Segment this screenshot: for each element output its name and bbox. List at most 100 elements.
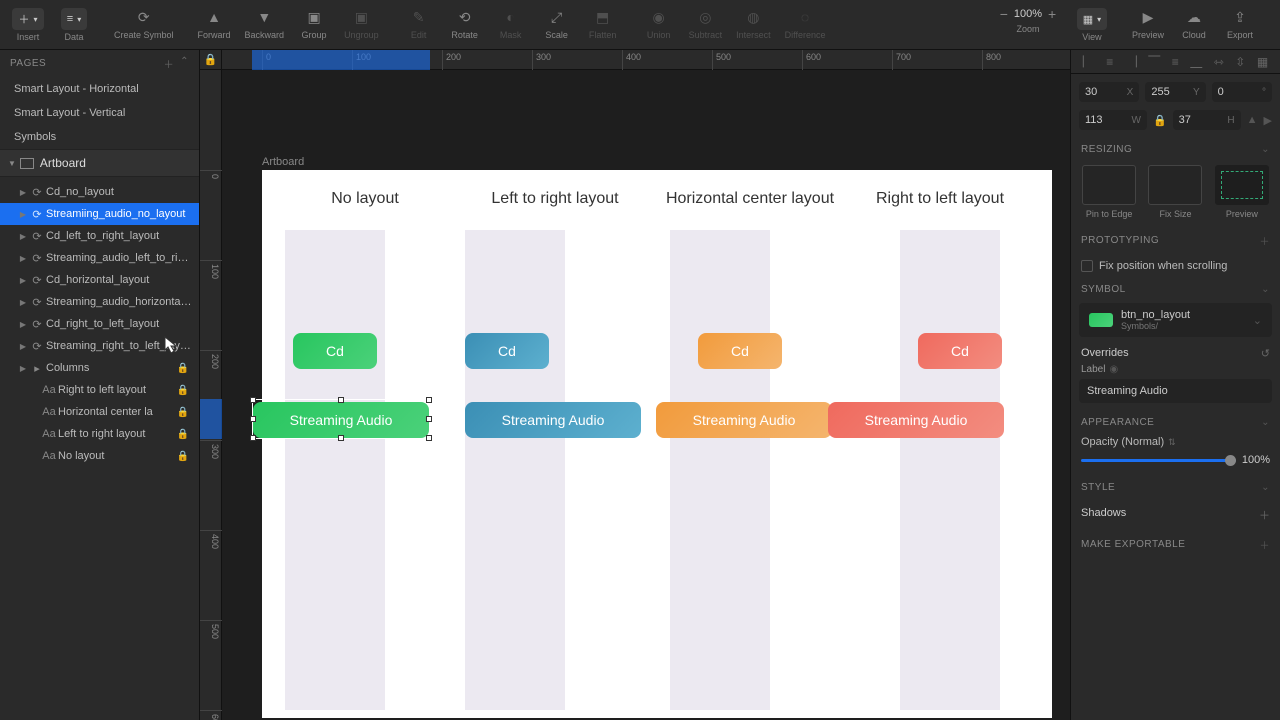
layer-row[interactable]: ▶⟳Streamiing_audio_no_layout — [0, 203, 199, 225]
page-item[interactable]: Smart Layout - Vertical — [0, 101, 199, 125]
preview-button[interactable]: ▶Preview — [1126, 4, 1170, 46]
disclosure-icon[interactable]: ▶ — [18, 320, 28, 329]
cloud-button[interactable]: ☁Cloud — [1172, 4, 1216, 46]
plus-icon[interactable]: ＋ — [1259, 507, 1270, 523]
ruler-origin[interactable]: 🔒 — [200, 50, 222, 70]
reset-overrides-icon[interactable]: ↺ — [1261, 347, 1270, 360]
pin-to-edge[interactable]: Pin to Edge — [1081, 165, 1137, 219]
layer-row[interactable]: AaNo layout🔒 — [0, 445, 199, 467]
create-symbol-button[interactable]: ⟳ Create Symbol — [108, 4, 180, 46]
disclosure-icon[interactable]: ▶ — [18, 298, 28, 307]
lock-aspect-icon[interactable]: 🔒 — [1153, 110, 1167, 130]
view-button[interactable]: ▦▾ View — [1070, 4, 1114, 46]
disclosure-icon[interactable]: ▼ — [8, 159, 16, 168]
lock-icon[interactable]: 🔒 — [177, 451, 189, 462]
fix-size[interactable]: Fix Size — [1147, 165, 1203, 219]
layer-row[interactable]: ▶⟳Streaming_audio_left_to_righ... — [0, 247, 199, 269]
flatten-button[interactable]: ⬒Flatten — [581, 4, 625, 46]
layer-row[interactable]: AaLeft to right layout🔒 — [0, 423, 199, 445]
flip-v-icon[interactable]: ▶ — [1264, 114, 1272, 127]
override-value-input[interactable]: Streaming Audio — [1079, 379, 1272, 403]
x-field[interactable]: 30X — [1079, 82, 1139, 102]
opacity-slider[interactable] — [1081, 459, 1236, 462]
data-button[interactable]: ≡▾ Data — [52, 4, 96, 46]
layer-row[interactable]: ▶▸Columns🔒 — [0, 357, 199, 379]
align-vcenter-icon[interactable]: ≡ — [1172, 55, 1179, 69]
appearance-section[interactable]: APPEARANCE⌄ — [1071, 411, 1280, 434]
forward-button[interactable]: ▲Forward — [192, 4, 237, 46]
shadows-row[interactable]: Shadows＋ — [1071, 499, 1280, 531]
artboard-row[interactable]: ▼ Artboard — [0, 149, 199, 177]
layer-row[interactable]: ▶⟳Cd_left_to_right_layout — [0, 225, 199, 247]
angle-field[interactable]: 0° — [1212, 82, 1272, 102]
difference-button[interactable]: ◌Difference — [779, 4, 832, 46]
subtract-button[interactable]: ◎Subtract — [683, 4, 729, 46]
layer-row[interactable]: ▶⟳Cd_no_layout — [0, 181, 199, 203]
zoom-in-icon[interactable]: + — [1048, 6, 1056, 22]
page-item[interactable]: Symbols — [0, 125, 199, 149]
resize-preview[interactable]: Preview — [1214, 165, 1270, 219]
scale-button[interactable]: ⤢Scale — [535, 4, 579, 46]
zoom-out-icon[interactable]: − — [1000, 6, 1008, 22]
slider-thumb[interactable] — [1225, 455, 1236, 466]
ungroup-button[interactable]: ▣Ungroup — [338, 4, 385, 46]
streaming-audio-button[interactable]: Streaming Audio — [656, 402, 832, 438]
resizing-section[interactable]: RESIZING⌄ — [1071, 138, 1280, 161]
lock-icon[interactable]: 🔒 — [177, 385, 189, 396]
disclosure-icon[interactable]: ▶ — [18, 254, 28, 263]
cd-button[interactable]: Cd — [293, 333, 377, 369]
align-hcenter-icon[interactable]: ≡ — [1106, 55, 1113, 69]
y-field[interactable]: 255Y — [1145, 82, 1205, 102]
cd-button[interactable]: Cd — [918, 333, 1002, 369]
rotate-button[interactable]: ⟲Rotate — [443, 4, 487, 46]
disclosure-icon[interactable]: ▶ — [18, 364, 28, 373]
layer-row[interactable]: ▶⟳Cd_right_to_left_layout — [0, 313, 199, 335]
zoom-control[interactable]: − 100% + Zoom — [988, 4, 1068, 46]
exportable-section[interactable]: MAKE EXPORTABLE＋ — [1071, 531, 1280, 558]
layer-row[interactable]: ▶⟳Cd_horizontal_layout — [0, 269, 199, 291]
tidy-icon[interactable]: ▦ — [1257, 55, 1268, 69]
disclosure-icon[interactable]: ▶ — [18, 276, 28, 285]
add-page-icon[interactable]: ＋ — [164, 56, 175, 71]
flip-h-icon[interactable]: ▲ — [1247, 114, 1258, 126]
align-right-icon[interactable]: ⎹ — [1125, 54, 1137, 69]
edit-button[interactable]: ✎Edit — [397, 4, 441, 46]
disclosure-icon[interactable]: ▶ — [18, 232, 28, 241]
layer-row[interactable]: AaHorizontal center la🔒 — [0, 401, 199, 423]
streaming-audio-button[interactable]: Streaming Audio — [828, 402, 1004, 438]
symbol-section[interactable]: SYMBOL⌄ — [1071, 278, 1280, 301]
lock-icon[interactable]: 🔒 — [177, 363, 189, 374]
plus-icon[interactable]: ＋ — [1260, 537, 1271, 552]
fix-scroll-checkbox[interactable]: Fix position when scrolling — [1071, 254, 1280, 278]
layer-row[interactable]: ▶⟳Streaming_audio_horizontal_l... — [0, 291, 199, 313]
align-bottom-icon[interactable]: ⎽ — [1190, 54, 1202, 69]
distribute-h-icon[interactable]: ⇿ — [1214, 55, 1224, 69]
cd-button[interactable]: Cd — [465, 333, 549, 369]
distribute-v-icon[interactable]: ⇳ — [1235, 55, 1245, 69]
disclosure-icon[interactable]: ▶ — [18, 210, 28, 219]
mask-button[interactable]: ◐Mask — [489, 4, 533, 46]
layer-row[interactable]: ▶⟳Streaming_right_to_left_layou... — [0, 335, 199, 357]
layer-row[interactable]: AaRight to left layout🔒 — [0, 379, 199, 401]
h-field[interactable]: 37H — [1173, 110, 1241, 130]
disclosure-icon[interactable]: ▶ — [18, 188, 28, 197]
lock-icon[interactable]: 🔒 — [177, 429, 189, 440]
opacity-blend-select[interactable]: Opacity (Normal)⇅ — [1071, 434, 1280, 454]
union-button[interactable]: ◉Union — [637, 4, 681, 46]
disclosure-icon[interactable]: ▶ — [18, 342, 28, 351]
align-left-icon[interactable]: ⎸ — [1083, 54, 1095, 69]
cd-button[interactable]: Cd — [698, 333, 782, 369]
symbol-source[interactable]: btn_no_layout Symbols/ ⌄ — [1079, 303, 1272, 337]
collapse-pages-icon[interactable]: ⌃ — [180, 56, 189, 71]
page-item[interactable]: Smart Layout - Horizontal — [0, 77, 199, 101]
backward-button[interactable]: ▼Backward — [239, 4, 291, 46]
style-section[interactable]: STYLE⌄ — [1071, 476, 1280, 499]
artboard-canvas-label[interactable]: Artboard — [262, 156, 304, 168]
align-top-icon[interactable]: ⎺ — [1148, 54, 1160, 69]
insert-button[interactable]: ＋▾ Insert — [6, 4, 50, 46]
plus-icon[interactable]: ＋ — [1260, 233, 1271, 248]
canvas[interactable]: 🔒 0100200300400500600700800900 010020030… — [200, 50, 1070, 720]
export-button[interactable]: ⇪Export — [1218, 4, 1262, 46]
prototyping-section[interactable]: PROTOTYPING＋ — [1071, 227, 1280, 254]
streaming-audio-button[interactable]: Streaming Audio — [465, 402, 641, 438]
